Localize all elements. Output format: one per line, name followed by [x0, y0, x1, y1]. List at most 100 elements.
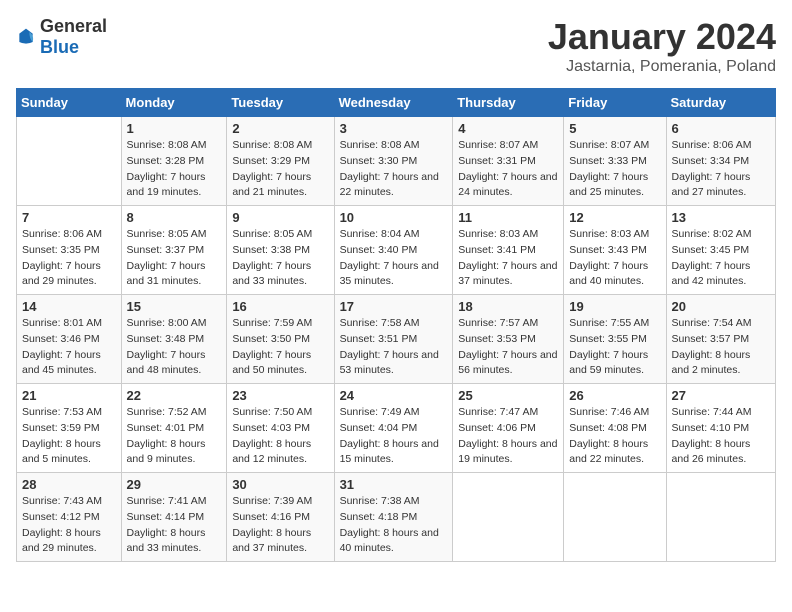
day-cell: 1 Sunrise: 8:08 AMSunset: 3:28 PMDayligh…	[121, 117, 227, 206]
day-cell: 14 Sunrise: 8:01 AMSunset: 3:46 PMDaylig…	[17, 295, 122, 384]
day-detail: Sunrise: 7:43 AMSunset: 4:12 PMDaylight:…	[22, 494, 116, 557]
day-cell	[453, 473, 564, 562]
day-detail: Sunrise: 7:47 AMSunset: 4:06 PMDaylight:…	[458, 405, 558, 468]
day-cell: 26 Sunrise: 7:46 AMSunset: 4:08 PMDaylig…	[564, 384, 666, 473]
week-row-0: 1 Sunrise: 8:08 AMSunset: 3:28 PMDayligh…	[17, 117, 776, 206]
col-header-monday: Monday	[121, 89, 227, 117]
day-cell: 11 Sunrise: 8:03 AMSunset: 3:41 PMDaylig…	[453, 206, 564, 295]
day-detail: Sunrise: 7:59 AMSunset: 3:50 PMDaylight:…	[232, 316, 328, 379]
day-number: 23	[232, 388, 328, 403]
logo-blue: Blue	[40, 37, 79, 57]
day-detail: Sunrise: 7:49 AMSunset: 4:04 PMDaylight:…	[340, 405, 448, 468]
week-row-1: 7 Sunrise: 8:06 AMSunset: 3:35 PMDayligh…	[17, 206, 776, 295]
day-number: 6	[672, 121, 770, 136]
day-cell: 12 Sunrise: 8:03 AMSunset: 3:43 PMDaylig…	[564, 206, 666, 295]
day-cell: 27 Sunrise: 7:44 AMSunset: 4:10 PMDaylig…	[666, 384, 775, 473]
day-detail: Sunrise: 8:02 AMSunset: 3:45 PMDaylight:…	[672, 227, 770, 290]
logo-general: General	[40, 16, 107, 36]
col-header-tuesday: Tuesday	[227, 89, 334, 117]
day-cell: 10 Sunrise: 8:04 AMSunset: 3:40 PMDaylig…	[334, 206, 453, 295]
calendar-header-row: SundayMondayTuesdayWednesdayThursdayFrid…	[17, 89, 776, 117]
day-number: 2	[232, 121, 328, 136]
day-cell: 8 Sunrise: 8:05 AMSunset: 3:37 PMDayligh…	[121, 206, 227, 295]
day-detail: Sunrise: 7:44 AMSunset: 4:10 PMDaylight:…	[672, 405, 770, 468]
day-number: 13	[672, 210, 770, 225]
week-row-3: 21 Sunrise: 7:53 AMSunset: 3:59 PMDaylig…	[17, 384, 776, 473]
day-detail: Sunrise: 8:08 AMSunset: 3:30 PMDaylight:…	[340, 138, 448, 201]
col-header-thursday: Thursday	[453, 89, 564, 117]
day-number: 22	[127, 388, 222, 403]
day-detail: Sunrise: 8:04 AMSunset: 3:40 PMDaylight:…	[340, 227, 448, 290]
day-detail: Sunrise: 8:00 AMSunset: 3:48 PMDaylight:…	[127, 316, 222, 379]
day-number: 30	[232, 477, 328, 492]
title-area: January 2024 Jastarnia, Pomerania, Polan…	[548, 16, 776, 76]
day-detail: Sunrise: 8:01 AMSunset: 3:46 PMDaylight:…	[22, 316, 116, 379]
day-detail: Sunrise: 7:39 AMSunset: 4:16 PMDaylight:…	[232, 494, 328, 557]
day-cell: 30 Sunrise: 7:39 AMSunset: 4:16 PMDaylig…	[227, 473, 334, 562]
day-number: 29	[127, 477, 222, 492]
day-cell	[666, 473, 775, 562]
day-detail: Sunrise: 8:07 AMSunset: 3:33 PMDaylight:…	[569, 138, 660, 201]
day-cell: 9 Sunrise: 8:05 AMSunset: 3:38 PMDayligh…	[227, 206, 334, 295]
day-detail: Sunrise: 8:03 AMSunset: 3:41 PMDaylight:…	[458, 227, 558, 290]
day-number: 21	[22, 388, 116, 403]
week-row-4: 28 Sunrise: 7:43 AMSunset: 4:12 PMDaylig…	[17, 473, 776, 562]
day-cell: 29 Sunrise: 7:41 AMSunset: 4:14 PMDaylig…	[121, 473, 227, 562]
day-cell: 4 Sunrise: 8:07 AMSunset: 3:31 PMDayligh…	[453, 117, 564, 206]
day-number: 31	[340, 477, 448, 492]
day-number: 1	[127, 121, 222, 136]
calendar-table: SundayMondayTuesdayWednesdayThursdayFrid…	[16, 88, 776, 562]
day-cell: 23 Sunrise: 7:50 AMSunset: 4:03 PMDaylig…	[227, 384, 334, 473]
day-number: 18	[458, 299, 558, 314]
day-number: 7	[22, 210, 116, 225]
col-header-friday: Friday	[564, 89, 666, 117]
day-number: 15	[127, 299, 222, 314]
day-detail: Sunrise: 8:08 AMSunset: 3:28 PMDaylight:…	[127, 138, 222, 201]
day-detail: Sunrise: 7:41 AMSunset: 4:14 PMDaylight:…	[127, 494, 222, 557]
day-detail: Sunrise: 8:05 AMSunset: 3:38 PMDaylight:…	[232, 227, 328, 290]
day-number: 3	[340, 121, 448, 136]
day-detail: Sunrise: 7:53 AMSunset: 3:59 PMDaylight:…	[22, 405, 116, 468]
day-number: 17	[340, 299, 448, 314]
day-cell: 17 Sunrise: 7:58 AMSunset: 3:51 PMDaylig…	[334, 295, 453, 384]
day-number: 5	[569, 121, 660, 136]
day-number: 11	[458, 210, 558, 225]
col-header-sunday: Sunday	[17, 89, 122, 117]
day-cell	[564, 473, 666, 562]
day-cell: 22 Sunrise: 7:52 AMSunset: 4:01 PMDaylig…	[121, 384, 227, 473]
day-detail: Sunrise: 7:46 AMSunset: 4:08 PMDaylight:…	[569, 405, 660, 468]
day-number: 10	[340, 210, 448, 225]
day-detail: Sunrise: 7:54 AMSunset: 3:57 PMDaylight:…	[672, 316, 770, 379]
day-detail: Sunrise: 8:03 AMSunset: 3:43 PMDaylight:…	[569, 227, 660, 290]
day-number: 19	[569, 299, 660, 314]
day-cell	[17, 117, 122, 206]
day-detail: Sunrise: 8:08 AMSunset: 3:29 PMDaylight:…	[232, 138, 328, 201]
day-detail: Sunrise: 8:07 AMSunset: 3:31 PMDaylight:…	[458, 138, 558, 201]
day-detail: Sunrise: 7:55 AMSunset: 3:55 PMDaylight:…	[569, 316, 660, 379]
logo-icon	[16, 27, 36, 47]
day-detail: Sunrise: 7:50 AMSunset: 4:03 PMDaylight:…	[232, 405, 328, 468]
day-number: 9	[232, 210, 328, 225]
day-number: 8	[127, 210, 222, 225]
day-cell: 18 Sunrise: 7:57 AMSunset: 3:53 PMDaylig…	[453, 295, 564, 384]
day-cell: 5 Sunrise: 8:07 AMSunset: 3:33 PMDayligh…	[564, 117, 666, 206]
day-cell: 31 Sunrise: 7:38 AMSunset: 4:18 PMDaylig…	[334, 473, 453, 562]
day-detail: Sunrise: 7:38 AMSunset: 4:18 PMDaylight:…	[340, 494, 448, 557]
day-cell: 21 Sunrise: 7:53 AMSunset: 3:59 PMDaylig…	[17, 384, 122, 473]
day-cell: 6 Sunrise: 8:06 AMSunset: 3:34 PMDayligh…	[666, 117, 775, 206]
day-number: 12	[569, 210, 660, 225]
logo: General Blue	[16, 16, 107, 58]
calendar-title: January 2024	[548, 16, 776, 58]
day-number: 24	[340, 388, 448, 403]
day-detail: Sunrise: 8:05 AMSunset: 3:37 PMDaylight:…	[127, 227, 222, 290]
day-cell: 25 Sunrise: 7:47 AMSunset: 4:06 PMDaylig…	[453, 384, 564, 473]
day-number: 20	[672, 299, 770, 314]
day-cell: 16 Sunrise: 7:59 AMSunset: 3:50 PMDaylig…	[227, 295, 334, 384]
day-number: 25	[458, 388, 558, 403]
day-cell: 24 Sunrise: 7:49 AMSunset: 4:04 PMDaylig…	[334, 384, 453, 473]
day-detail: Sunrise: 7:57 AMSunset: 3:53 PMDaylight:…	[458, 316, 558, 379]
day-cell: 7 Sunrise: 8:06 AMSunset: 3:35 PMDayligh…	[17, 206, 122, 295]
day-cell: 2 Sunrise: 8:08 AMSunset: 3:29 PMDayligh…	[227, 117, 334, 206]
week-row-2: 14 Sunrise: 8:01 AMSunset: 3:46 PMDaylig…	[17, 295, 776, 384]
page-header: General Blue January 2024 Jastarnia, Pom…	[16, 16, 776, 76]
